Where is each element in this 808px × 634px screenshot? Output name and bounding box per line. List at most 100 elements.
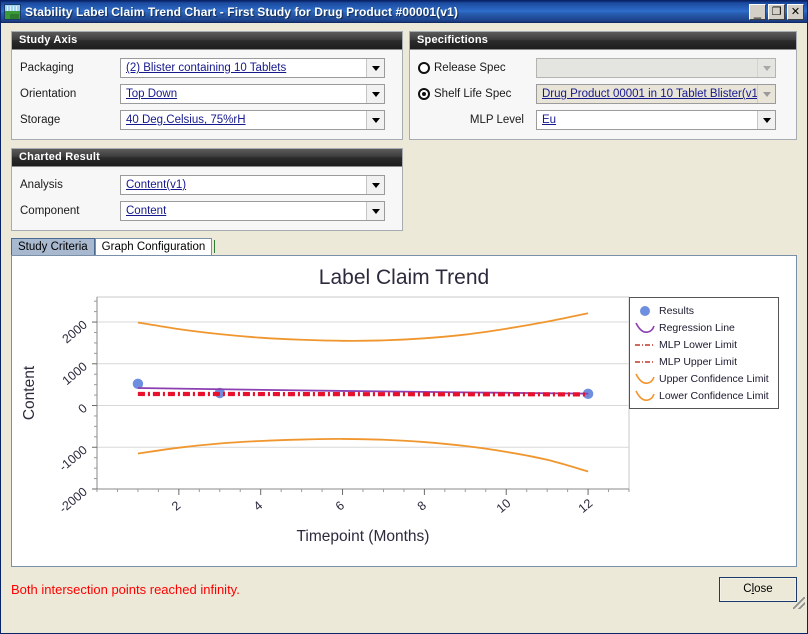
charted-result-panel: Charted Result Analysis Content(v1) Comp… [11,148,403,231]
analysis-combobox[interactable]: Content(v1) [120,175,385,195]
svg-text:Timepoint (Months): Timepoint (Months) [297,528,430,545]
application-window: Stability Label Claim Trend Chart - Firs… [0,0,808,634]
close-icon: ✕ [790,6,801,18]
legend-symbol-dot-icon [640,305,650,316]
svg-text:2000: 2000 [60,318,90,347]
legend-item: Lower Confidence Limit [634,387,773,404]
svg-text:Content: Content [21,365,38,420]
close-window-button[interactable]: ✕ [787,4,804,20]
text-cursor [214,239,216,253]
tab-strip: Study Criteria Graph Configuration [1,231,807,256]
svg-text:0: 0 [76,401,90,416]
orientation-value: Top Down [126,88,178,100]
minimize-button[interactable]: _ [749,4,766,20]
storage-value: 40 Deg.Celsius, 75%rH [126,114,246,126]
study-axis-panel: Study Axis Packaging (2) Blister contain… [11,31,403,140]
component-combobox[interactable]: Content [120,201,385,221]
svg-text:2: 2 [169,498,183,513]
legend-label: MLP Lower Limit [659,338,738,351]
tab-study-criteria[interactable]: Study Criteria [11,238,95,256]
maximize-button[interactable]: ❐ [768,4,785,20]
svg-text:8: 8 [415,498,429,513]
chevron-down-icon[interactable] [757,111,775,129]
shelf-life-spec-combobox[interactable]: Drug Product 00001 in 10 Tablet Blister(… [536,84,776,104]
svg-text:12: 12 [576,496,596,516]
storage-label: Storage [20,114,61,126]
legend-symbol-dashdot-icon [635,343,655,346]
legend-item: MLP Lower Limit [634,336,773,353]
svg-text:-1000: -1000 [56,443,90,474]
shelf-life-spec-radio[interactable] [418,88,430,100]
chart-icon [4,4,21,20]
window-controls: _ ❐ ✕ [749,4,804,20]
legend-item: Results [634,302,773,319]
legend-symbol-curve-icon [635,322,655,333]
resize-grip[interactable] [793,597,805,609]
release-spec-radio[interactable] [418,62,430,74]
legend-label: Regression Line [659,321,735,334]
analysis-field-row: Analysis Content(v1) [20,175,394,195]
title-bar: Stability Label Claim Trend Chart - Firs… [1,1,807,23]
legend-label: Lower Confidence Limit [659,389,769,402]
close-button-label: Close [743,583,773,595]
chevron-down-icon[interactable] [366,85,384,103]
svg-text:4: 4 [251,498,265,513]
analysis-label: Analysis [20,179,63,191]
legend-label: MLP Upper Limit [659,355,738,368]
window-title: Stability Label Claim Trend Chart - Firs… [25,5,458,19]
svg-text:6: 6 [333,498,347,513]
specifications-panel: Specifictions Release Spec Shelf Life Sp… [409,31,797,140]
legend-label: Results [659,304,695,317]
svg-text:1000: 1000 [60,359,90,388]
release-spec-label: Release Spec [434,62,506,74]
chevron-down-icon[interactable] [757,85,775,103]
legend-item: Regression Line [634,319,773,336]
svg-text:-2000: -2000 [56,485,90,516]
legend-symbol-dashdot-icon [635,360,655,363]
component-value: Content [126,205,167,217]
chevron-down-icon[interactable] [366,176,384,194]
chart-panel: Label Claim Trend 2000 1000 0 -1000 -2000 2 4 6… [11,255,797,567]
packaging-field-row: Packaging (2) Blister containing 10 Tabl… [20,58,394,78]
chevron-down-icon[interactable] [757,59,775,77]
packaging-combobox[interactable]: (2) Blister containing 10 Tablets [120,58,385,78]
mlp-level-combobox[interactable]: Eu [536,110,776,130]
orientation-field-row: Orientation Top Down [20,84,394,104]
chevron-down-icon[interactable] [366,111,384,129]
chevron-down-icon[interactable] [366,202,384,220]
shelf-life-spec-label: Shelf Life Spec [434,88,512,100]
legend-label: Upper Confidence Limit [659,372,769,385]
maximize-icon: ❐ [771,6,782,18]
chart-legend: Results Regression Line MLP Lower Limit MLP… [629,297,779,409]
mlp-level-value: Eu [542,114,557,126]
release-spec-row: Release Spec [418,58,788,78]
chevron-down-icon[interactable] [366,59,384,77]
component-field-row: Component Content [20,201,394,221]
mlp-level-row: MLP Level Eu [418,110,788,130]
legend-item: MLP Upper Limit [634,353,773,370]
close-button[interactable]: Close [719,576,797,602]
packaging-label: Packaging [20,62,74,74]
component-label: Component [20,205,80,217]
criteria-form: Study Axis Packaging (2) Blister contain… [1,23,807,231]
error-message: Both intersection points reached infinit… [11,581,240,597]
status-bar: Both intersection points reached infinit… [1,567,807,611]
tab-graph-configuration[interactable]: Graph Configuration [94,238,213,256]
specifications-header: Specifictions [410,32,796,50]
orientation-label: Orientation [20,88,77,100]
legend-item: Upper Confidence Limit [634,370,773,387]
svg-text:10: 10 [494,496,514,516]
storage-field-row: Storage 40 Deg.Celsius, 75%rH [20,110,394,130]
charted-result-header: Charted Result [12,149,402,167]
storage-combobox[interactable]: 40 Deg.Celsius, 75%rH [120,110,385,130]
legend-symbol-curve-icon [635,390,655,401]
release-spec-combobox[interactable] [536,58,776,78]
orientation-combobox[interactable]: Top Down [120,84,385,104]
shelf-life-spec-value: Drug Product 00001 in 10 Tablet Blister(… [542,88,757,100]
packaging-value: (2) Blister containing 10 Tablets [126,62,287,74]
minimize-icon: _ [753,4,762,19]
shelf-life-spec-row: Shelf Life Spec Drug Product 00001 in 10… [418,84,788,104]
study-axis-header: Study Axis [12,32,402,50]
analysis-value: Content(v1) [126,179,187,191]
legend-symbol-curve-icon [635,373,655,384]
